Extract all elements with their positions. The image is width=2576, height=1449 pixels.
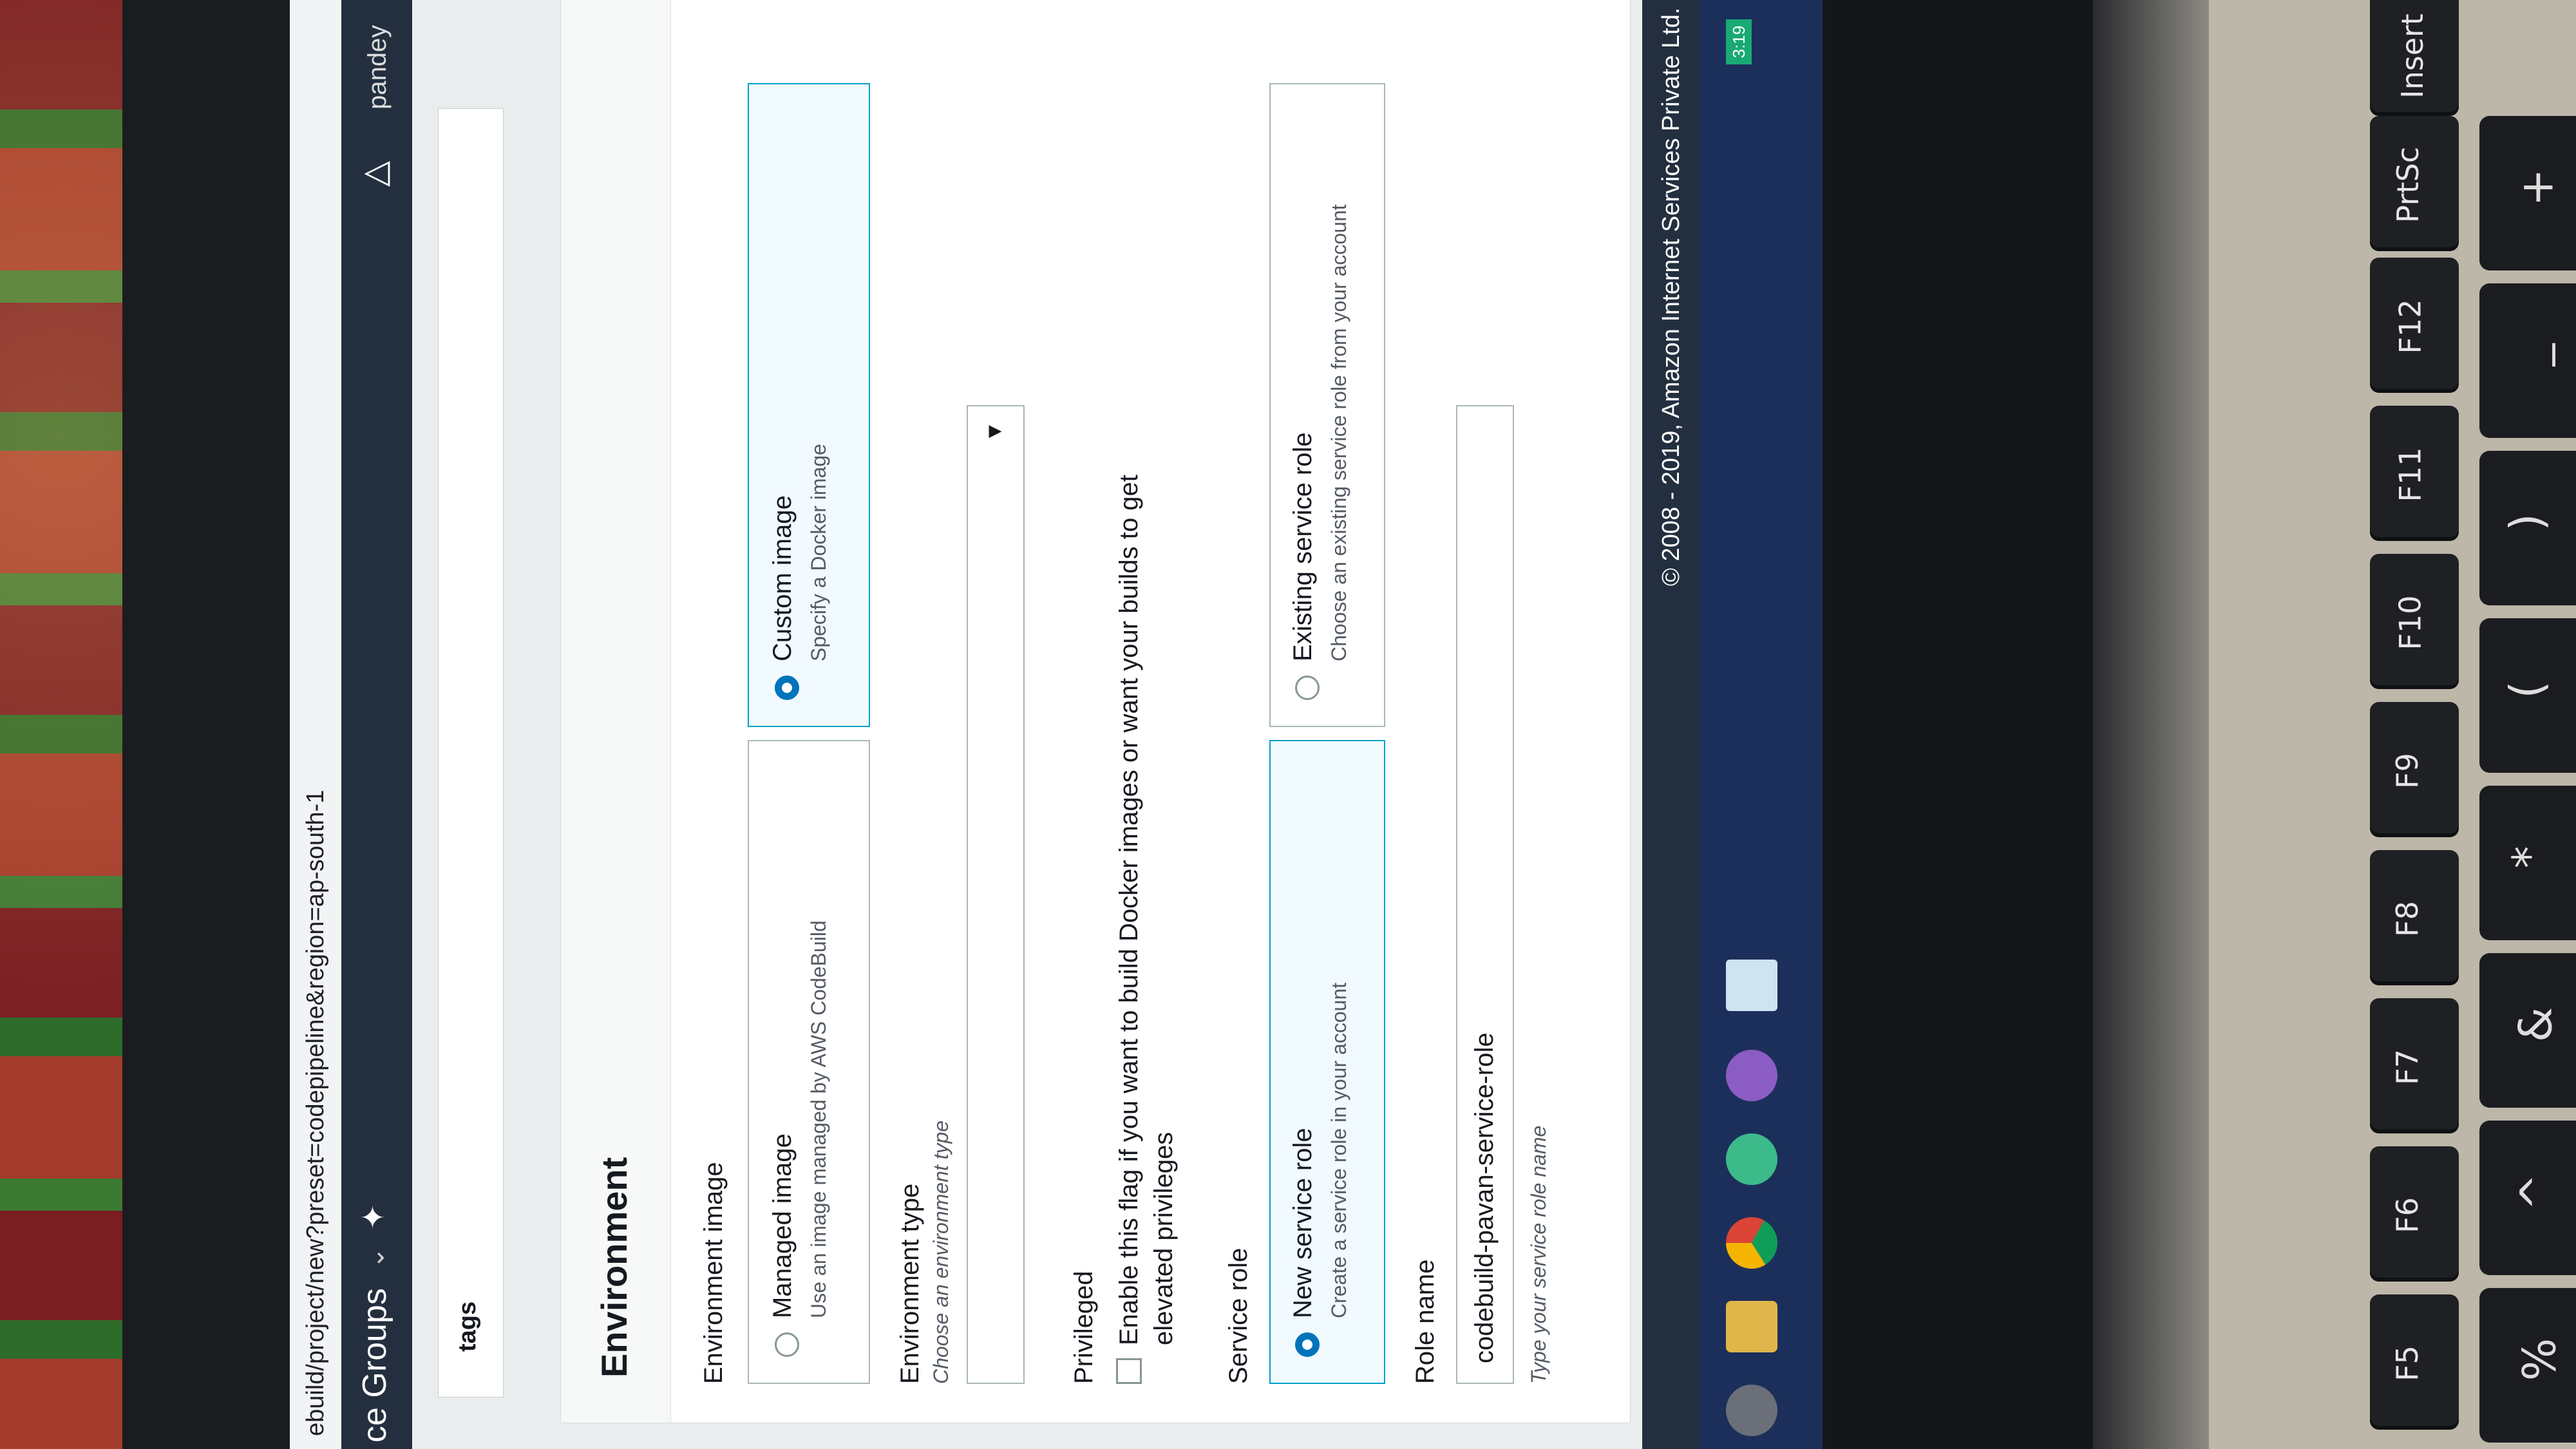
key-plus[interactable]: + — [2479, 116, 2576, 270]
environment-panel-header: Environment — [561, 0, 671, 1423]
key-label: _ — [2503, 343, 2556, 366]
copyright-text: © 2008 - 2019, Amazon Internet Services … — [1658, 0, 1685, 586]
app-icon[interactable] — [1726, 960, 1777, 1011]
bell-icon[interactable]: △ — [355, 161, 394, 187]
key-f11[interactable]: F11 — [2370, 406, 2459, 541]
laptop-screen: ebuild/project/new?preset=codepipeline&r… — [290, 0, 1823, 1449]
os-taskbar: 3:19 — [1700, 0, 1823, 1449]
key-label: * — [2503, 846, 2556, 869]
environment-panel: Environment Environment image Managed im… — [560, 0, 1631, 1423]
chrome-icon[interactable] — [1726, 1217, 1777, 1269]
existing-service-role-title: Existing service role — [1289, 432, 1317, 661]
environment-type-label: Environment type — [896, 1183, 924, 1384]
key-label: F8 — [2389, 901, 2425, 937]
key-f12[interactable]: F12 — [2370, 258, 2459, 393]
resource-groups-menu[interactable]: ce Groups — [355, 1288, 394, 1443]
custom-image-desc: Specify a Docker image — [807, 444, 830, 661]
key-asterisk[interactable]: * — [2479, 786, 2576, 940]
key-caret[interactable]: ^ — [2479, 1121, 2576, 1275]
laptop-hinge — [2093, 0, 2209, 1449]
key-label: F6 — [2389, 1197, 2425, 1233]
key-f7[interactable]: F7 — [2370, 998, 2459, 1133]
tablecloth-background — [0, 0, 122, 1449]
managed-image-radio[interactable] — [775, 1332, 799, 1357]
environment-type-select[interactable]: ▼ — [967, 405, 1025, 1384]
key-label: F5 — [2389, 1345, 2425, 1381]
key-label: ) — [2500, 513, 2553, 531]
existing-service-role-radio[interactable] — [1295, 676, 1320, 700]
key-f10[interactable]: F10 — [2370, 554, 2459, 689]
pin-icon[interactable]: ✦ — [355, 1204, 392, 1230]
laptop-bezel-top — [122, 0, 290, 1449]
new-service-role-title: New service role — [1289, 1128, 1317, 1318]
key-f6[interactable]: F6 — [2370, 1146, 2459, 1282]
existing-service-role-tile[interactable]: Existing service role Choose an existing… — [1269, 83, 1385, 727]
privileged-checkbox[interactable] — [1116, 1358, 1142, 1384]
chevron-down-icon[interactable]: ⌄ — [361, 1247, 390, 1269]
key-label: F11 — [2392, 447, 2428, 502]
key-percent[interactable]: % — [2479, 1288, 2576, 1443]
caret-down-icon: ▼ — [982, 421, 1007, 442]
key-label: F9 — [2389, 753, 2425, 789]
key-f8[interactable]: F8 — [2370, 850, 2459, 985]
key-underscore[interactable]: _ — [2479, 283, 2576, 438]
privileged-label: Privileged — [1070, 1271, 1098, 1384]
new-service-role-tile[interactable]: New service role Create a service role i… — [1269, 740, 1385, 1384]
key-label: F7 — [2389, 1049, 2425, 1085]
environment-type-desc: Choose an environment type — [929, 1120, 952, 1384]
role-name-label: Role name — [1411, 1259, 1439, 1384]
new-service-role-radio[interactable] — [1295, 1332, 1320, 1357]
key-label: ( — [2500, 681, 2553, 699]
role-name-value: codebuild-pavan-service-role — [1470, 1032, 1499, 1363]
start-icon[interactable] — [1726, 1385, 1777, 1436]
key-prtsc[interactable]: PrtSc — [2370, 116, 2459, 251]
managed-image-tile[interactable]: Managed image Use an image managed by AW… — [748, 740, 870, 1384]
key-close-paren[interactable]: ) — [2479, 451, 2576, 605]
custom-image-tile[interactable]: Custom image Specify a Docker image — [748, 83, 870, 727]
role-name-input[interactable]: codebuild-pavan-service-role — [1456, 405, 1514, 1384]
key-label: + — [2510, 168, 2564, 207]
role-name-hint: Type your service role name — [1527, 1125, 1550, 1384]
key-label: ^ — [2510, 1173, 2564, 1211]
keyboard-keys: F5 F6 F7 F8 F9 F10 F11 F12 PrtSc Insert … — [2370, 0, 2576, 1449]
key-f5[interactable]: F5 — [2370, 1294, 2459, 1430]
app-icon[interactable] — [1726, 1133, 1777, 1185]
url-text: ebuild/project/new?preset=codepipeline&r… — [302, 790, 329, 1436]
managed-image-desc: Use an image managed by AWS CodeBuild — [807, 920, 830, 1318]
console-content: tags Environment Environment image Manag… — [412, 0, 1642, 1449]
new-service-role-desc: Create a service role in your account — [1327, 982, 1350, 1318]
console-footer: © 2008 - 2019, Amazon Internet Services … — [1642, 0, 1700, 1449]
laptop-bezel-bottom — [1823, 0, 2093, 1449]
key-f9[interactable]: F9 — [2370, 702, 2459, 837]
privileged-description: Enable this flag if you want to build Do… — [1115, 475, 1178, 1345]
custom-image-radio[interactable] — [775, 676, 799, 700]
existing-service-role-desc: Choose an existing service role from you… — [1327, 204, 1350, 661]
key-label: PrtSc — [2391, 146, 2426, 223]
managed-image-title: Managed image — [768, 1133, 797, 1318]
tags-label: tags — [454, 1301, 481, 1352]
file-manager-icon[interactable] — [1726, 1301, 1777, 1352]
aws-top-nav: ce Groups ⌄ ✦ △ pandey — [341, 0, 412, 1449]
key-insert[interactable]: Insert — [2370, 0, 2459, 116]
service-role-label: Service role — [1224, 1247, 1253, 1384]
environment-title: Environment — [594, 1157, 634, 1378]
app-icon[interactable] — [1726, 1050, 1777, 1101]
key-label: Insert — [2394, 14, 2430, 99]
key-label: F10 — [2392, 595, 2428, 650]
account-menu[interactable]: pandey — [363, 25, 392, 109]
tags-section: tags — [438, 108, 504, 1397]
key-label: & — [2509, 1007, 2562, 1043]
key-label: F12 — [2392, 299, 2428, 354]
key-label: % — [2513, 1338, 2566, 1381]
tray-badge: 3:19 — [1726, 19, 1752, 64]
rotated-browser-viewport: ebuild/project/new?preset=codepipeline&r… — [290, 0, 1823, 1449]
address-bar[interactable]: ebuild/project/new?preset=codepipeline&r… — [290, 0, 341, 1449]
custom-image-title: Custom image — [768, 495, 797, 661]
key-ampersand[interactable]: & — [2479, 953, 2576, 1108]
key-open-paren[interactable]: ( — [2479, 618, 2576, 773]
environment-image-label: Environment image — [699, 1162, 728, 1384]
